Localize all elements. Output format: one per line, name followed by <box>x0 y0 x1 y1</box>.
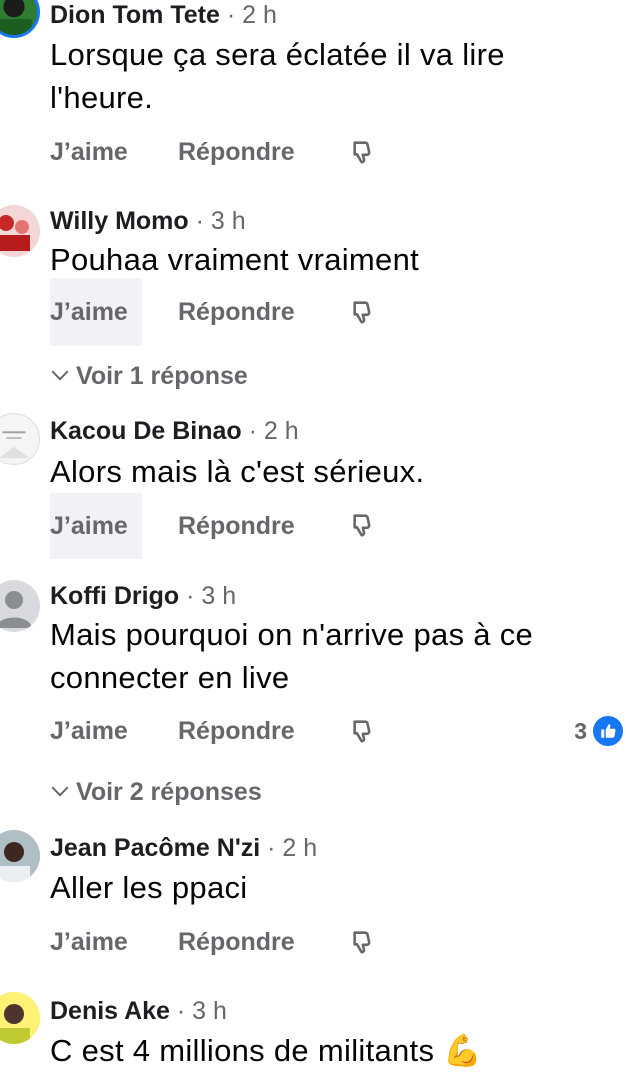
avatar[interactable] <box>0 992 40 1044</box>
like-button[interactable]: J’aime <box>50 914 142 970</box>
comment-header: Willy Momo · 3 h <box>50 206 246 236</box>
view-replies-label: Voir 2 réponses <box>76 778 262 806</box>
avatar[interactable] <box>0 580 40 632</box>
view-replies-link[interactable]: Voir 1 réponse <box>50 362 248 391</box>
chevron-down-icon <box>51 363 69 381</box>
chevron-down-icon <box>51 779 69 797</box>
comment-actions: J’aime Répondre 3 <box>50 703 625 759</box>
author-name[interactable]: Koffi Drigo <box>50 582 179 610</box>
timestamp: · 2 h <box>241 417 299 445</box>
like-button[interactable]: J’aime <box>50 493 142 559</box>
comment-text: Mais pourquoi on n'arrive pas à ce conne… <box>50 617 534 695</box>
like-button[interactable]: J’aime <box>50 703 142 759</box>
comment-actions: J’aime Répondre <box>50 914 610 970</box>
timestamp: · 2 h <box>219 1 277 29</box>
reply-button[interactable]: Répondre <box>178 493 295 559</box>
comment-actions: J’aime Répondre <box>50 124 610 180</box>
like-reaction-icon <box>591 714 625 748</box>
avatar[interactable] <box>0 205 40 257</box>
comment-header: Denis Ake · 3 h <box>50 996 227 1026</box>
reply-button[interactable]: Répondre <box>178 703 295 759</box>
author-name[interactable]: Willy Momo <box>50 207 189 235</box>
reaction-summary[interactable]: 3 <box>574 714 625 748</box>
reply-button[interactable]: Répondre <box>178 124 295 180</box>
comment-header: Dion Tom Tete · 2 h <box>50 0 277 30</box>
avatar[interactable] <box>0 0 40 38</box>
comment-header: Koffi Drigo · 3 h <box>50 581 236 611</box>
view-replies-link[interactable]: Voir 2 réponses <box>50 778 262 807</box>
comment-text: C est 4 millions de militants 💪 <box>50 1033 483 1068</box>
author-name[interactable]: Jean Pacôme N'zi <box>50 834 260 862</box>
comment-text: Lorsque ça sera éclatée il va lire l'heu… <box>50 37 505 115</box>
reaction-count: 3 <box>574 717 587 744</box>
like-button[interactable]: J’aime <box>50 278 142 346</box>
thumbs-down-icon[interactable] <box>350 511 378 539</box>
reply-button[interactable]: Répondre <box>178 278 295 346</box>
author-name[interactable]: Dion Tom Tete <box>50 1 220 29</box>
avatar[interactable] <box>0 830 40 882</box>
comment-header: Kacou De Binao · 2 h <box>50 416 299 446</box>
comment-text: Alors mais là c'est sérieux. <box>50 454 425 489</box>
author-name[interactable]: Kacou De Binao <box>50 417 242 445</box>
comment-actions: J’aime Répondre <box>50 278 610 346</box>
thumbs-down-icon[interactable] <box>350 717 378 745</box>
reply-button[interactable]: Répondre <box>178 914 295 970</box>
thumbs-down-icon[interactable] <box>350 298 378 326</box>
comment-actions: J’aime Répondre <box>50 493 610 559</box>
author-name[interactable]: Denis Ake <box>50 997 170 1025</box>
timestamp: · 3 h <box>188 207 246 235</box>
thumbs-down-icon[interactable] <box>350 928 378 956</box>
timestamp: · 3 h <box>169 997 227 1025</box>
thumbs-down-icon[interactable] <box>350 138 378 166</box>
comment-header: Jean Pacôme N'zi · 2 h <box>50 833 317 863</box>
avatar[interactable] <box>0 413 40 465</box>
like-button[interactable]: J’aime <box>50 124 142 180</box>
comment-text: Aller les ppaci <box>50 870 248 905</box>
timestamp: · 2 h <box>260 834 318 862</box>
view-replies-label: Voir 1 réponse <box>76 362 248 390</box>
comment-text: Pouhaa vraiment vraiment <box>50 242 420 277</box>
timestamp: · 3 h <box>179 582 237 610</box>
